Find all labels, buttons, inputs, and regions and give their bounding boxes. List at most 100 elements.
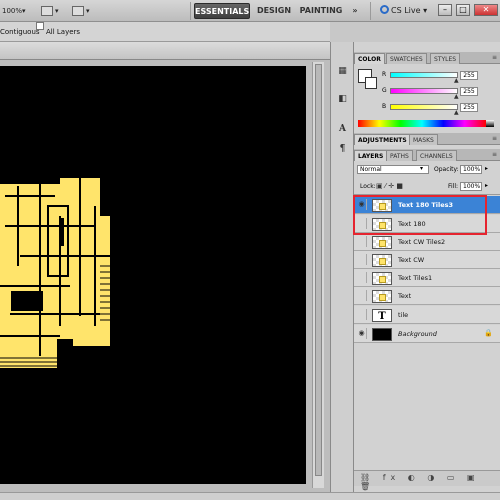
fill-field[interactable]: 100% (460, 182, 482, 191)
green-slider[interactable] (390, 88, 458, 94)
lock-label: Lock: (360, 183, 376, 190)
layer-thumbnail (372, 236, 392, 249)
layer-name[interactable]: Text CW (398, 251, 424, 269)
layer-row[interactable]: Text Tiles1 (354, 269, 500, 287)
green-channel-label: G (382, 87, 387, 94)
cs-live-button[interactable]: CS Live ▾ (380, 3, 427, 19)
application-bar: 100% ▾ ▾ ▾ ESSENTIALS DESIGN PAINTING » … (0, 0, 500, 22)
blue-channel-label: B (382, 103, 387, 110)
vertical-scrollbar[interactable] (312, 62, 324, 488)
zoom-dropdown-icon[interactable]: ▾ (22, 0, 26, 22)
more-workspaces-icon[interactable]: » (348, 3, 362, 19)
lock-icons[interactable]: ▣ ⁄ ✛ ■ (376, 182, 403, 190)
visibility-toggle[interactable] (357, 309, 367, 320)
slider-pointer-icon[interactable]: ▲ (454, 93, 459, 100)
blend-mode-select[interactable]: Normal (357, 165, 429, 174)
panel-menu-icon[interactable]: ≡ (492, 151, 497, 158)
workspace-design[interactable]: DESIGN (254, 3, 294, 19)
tab-masks[interactable]: MASKS (409, 134, 438, 145)
view-extras-dropdown-icon[interactable]: ▾ (55, 0, 59, 22)
slider-pointer-icon[interactable]: ▲ (454, 109, 459, 116)
red-slider[interactable] (390, 72, 458, 78)
fill-dropdown-icon[interactable]: ▸ (485, 182, 488, 189)
scrollbar-thumb[interactable] (315, 64, 322, 476)
cs-live-label: CS Live (391, 6, 421, 15)
close-window-button[interactable]: ✕ (474, 4, 498, 16)
panel-icon-dock: ▦ ◧ A ¶ (330, 42, 354, 492)
layer-name[interactable]: Background (398, 325, 437, 343)
visibility-toggle[interactable] (357, 236, 367, 247)
close-icon: ✕ (482, 5, 490, 14)
character-icon[interactable]: A (335, 122, 350, 137)
adjustments-panel-tabs: ADJUSTMENTS MASKS ≡ (354, 133, 500, 145)
layers-panel-footer: ⛓ fx ◐ ◑ ▭ ▣ 🗑 (354, 470, 500, 491)
blend-mode-dropdown-icon[interactable]: ▾ (420, 165, 423, 172)
opacity-field[interactable]: 100% (460, 165, 482, 174)
arrange-dropdown-icon[interactable]: ▾ (86, 0, 90, 22)
restore-button[interactable]: □ (456, 4, 470, 16)
fill-label: Fill: (448, 183, 459, 190)
visibility-toggle[interactable] (357, 290, 367, 301)
tab-layers[interactable]: LAYERS (354, 150, 388, 161)
text-layer-icon: T (372, 309, 392, 322)
options-bar: Contiguous All Layers (0, 22, 330, 42)
red-channel-label: R (382, 71, 387, 78)
layer-name[interactable]: Text Tiles1 (398, 269, 432, 287)
tab-swatches[interactable]: SWATCHES (386, 53, 427, 64)
tab-styles[interactable]: STYLES (430, 53, 461, 64)
blue-value-field[interactable]: 255 (460, 103, 478, 112)
blue-slider[interactable] (390, 104, 458, 110)
paragraph-icon[interactable]: ¶ (335, 142, 350, 157)
tab-adjustments[interactable]: ADJUSTMENTS (354, 134, 411, 145)
workspace-painting[interactable]: PAINTING (298, 3, 344, 19)
opacity-label: Opacity: (434, 166, 459, 173)
green-value-field[interactable]: 255 (460, 87, 478, 96)
workspace-essentials[interactable]: ESSENTIALS (194, 3, 250, 19)
layers-panel-tabs: LAYERS PATHS CHANNELS ≡ (354, 149, 500, 161)
tab-channels[interactable]: CHANNELS (416, 150, 457, 161)
tab-paths[interactable]: PATHS (386, 150, 413, 161)
minimize-button[interactable]: – (438, 4, 452, 16)
layer-name[interactable]: tile (398, 306, 408, 324)
status-bar (0, 492, 500, 500)
view-extras-icon[interactable] (41, 6, 53, 16)
lock-icon: 🔒 (484, 329, 493, 337)
layer-thumbnail (372, 272, 392, 285)
layer-name[interactable]: Text (398, 287, 411, 305)
layer-name[interactable]: Text CW Tiles2 (398, 233, 445, 251)
opacity-dropdown-icon[interactable]: ▸ (485, 165, 488, 172)
background-color-swatch[interactable] (365, 77, 377, 89)
color-spectrum-bar[interactable] (358, 120, 486, 127)
layer-thumbnail (372, 290, 392, 303)
layer-thumbnail (372, 254, 392, 267)
zoom-level[interactable]: 100% (2, 0, 22, 22)
color-panel-tabs: COLOR SWATCHES STYLES ≡ (354, 52, 500, 64)
all-layers-checkbox[interactable] (36, 22, 44, 30)
layer-row[interactable]: Text CW Tiles2 (354, 233, 500, 251)
document-tab-bar (0, 42, 330, 60)
separator (370, 2, 371, 20)
visibility-toggle[interactable] (357, 254, 367, 265)
layer-row[interactable]: T tile (354, 306, 500, 324)
layer-row[interactable]: Text CW (354, 251, 500, 269)
cs-live-icon (380, 5, 389, 14)
slider-pointer-icon[interactable]: ▲ (454, 77, 459, 84)
layer-thumbnail (372, 328, 392, 341)
actions-icon[interactable]: ◧ (335, 92, 350, 107)
tab-color[interactable]: COLOR (354, 53, 385, 64)
grayscale-ramp[interactable] (486, 120, 494, 127)
history-icon[interactable]: ▦ (335, 64, 350, 79)
layer-row[interactable]: Text (354, 287, 500, 305)
visibility-toggle[interactable] (357, 272, 367, 283)
red-value-field[interactable]: 255 (460, 71, 478, 80)
layer-row[interactable]: ◉ Background 🔒 (354, 325, 500, 343)
visibility-eye-icon[interactable]: ◉ (357, 328, 367, 339)
panel-menu-icon[interactable]: ≡ (492, 135, 497, 142)
contiguous-label: Contiguous (0, 28, 40, 36)
layers-footer-icons[interactable]: ⛓ fx ◐ ◑ ▭ ▣ 🗑 (360, 473, 500, 491)
panel-menu-icon[interactable]: ≡ (492, 54, 497, 61)
document-canvas[interactable] (0, 66, 306, 484)
separator (190, 2, 191, 20)
all-layers-label: All Layers (46, 28, 81, 36)
arrange-documents-icon[interactable] (72, 6, 84, 16)
